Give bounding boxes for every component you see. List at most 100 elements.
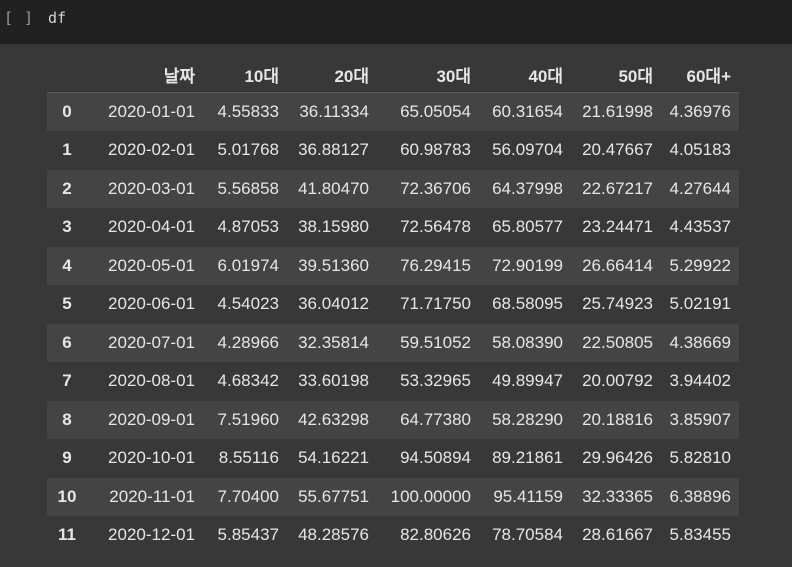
value-30s: 72.36706 xyxy=(400,178,471,198)
dataframe-table: 날짜 10대 20대 30대 40대 50대 60대+ 0 2020-01-01 4… xyxy=(47,56,739,555)
date-cell: 2020-11-01 xyxy=(109,486,195,506)
value-40s: 56.09704 xyxy=(492,140,563,160)
value-30s: 65.05054 xyxy=(400,102,471,121)
date-cell: 2020-01-01 xyxy=(108,102,195,121)
value-10s: 5.85437 xyxy=(217,525,279,545)
value-60s-plus: 3.85907 xyxy=(669,409,731,429)
value-10s: 8.55116 xyxy=(218,448,279,468)
value-50s: 20.18816 xyxy=(582,409,653,429)
value-40s: 78.70584 xyxy=(492,525,563,545)
date-cell: 2020-06-01 xyxy=(108,294,195,314)
value-30s: 60.98783 xyxy=(400,140,471,160)
value-20s: 42.63298 xyxy=(298,409,369,429)
column-header-50s: 50대 xyxy=(571,56,661,93)
value-10s: 4.87053 xyxy=(217,217,279,237)
value-20s: 36.04012 xyxy=(298,294,369,314)
row-index: 11 xyxy=(58,525,76,545)
value-20s: 48.28576 xyxy=(298,525,369,545)
value-30s: 76.29415 xyxy=(400,255,471,275)
value-20s: 32.35814 xyxy=(298,332,369,352)
value-60s-plus: 5.83455 xyxy=(669,525,731,545)
value-10s: 4.28966 xyxy=(217,332,279,352)
code-editor[interactable]: df xyxy=(48,9,66,27)
value-10s: 7.70400 xyxy=(217,486,279,506)
date-cell: 2020-07-01 xyxy=(108,332,195,352)
table-body: 0 2020-01-01 4.55833 36.11334 65.05054 60.316… xyxy=(47,92,739,555)
column-header-60s-plus: 60대+ xyxy=(661,56,739,93)
value-50s: 28.61667 xyxy=(582,525,653,545)
row-index: 9 xyxy=(62,448,72,468)
value-40s: 58.08390 xyxy=(492,332,563,352)
value-10s: 4.68342 xyxy=(217,371,279,391)
value-10s: 5.01768 xyxy=(217,140,279,160)
value-10s: 6.01974 xyxy=(217,255,279,275)
value-60s-plus: 4.36976 xyxy=(669,102,731,121)
row-index: 5 xyxy=(62,294,72,314)
table-row: 10 2020-11-01 7.70400 55.67751 100.00000 95.4… xyxy=(47,477,739,516)
table-row: 3 2020-04-01 4.87053 38.15980 72.56478 65.805… xyxy=(47,208,739,247)
value-40s: 58.28290 xyxy=(492,409,563,429)
value-40s: 89.21861 xyxy=(492,448,563,468)
value-50s: 21.61998 xyxy=(582,102,653,121)
row-index: 6 xyxy=(62,332,72,352)
value-50s: 26.66414 xyxy=(582,255,653,275)
value-20s: 36.88127 xyxy=(298,140,369,160)
date-cell: 2020-05-01 xyxy=(108,255,195,275)
row-index: 2 xyxy=(62,178,72,198)
value-40s: 60.31654 xyxy=(492,102,563,121)
value-30s: 72.56478 xyxy=(400,217,471,237)
value-20s: 38.15980 xyxy=(298,217,369,237)
value-60s-plus: 4.43537 xyxy=(669,217,731,237)
table-row: 5 2020-06-01 4.54023 36.04012 71.71750 68.580… xyxy=(47,285,739,324)
column-header-30s: 30대 xyxy=(377,56,479,93)
row-index: 1 xyxy=(62,140,72,160)
value-50s: 22.50805 xyxy=(582,332,653,352)
value-50s: 20.00792 xyxy=(582,371,653,391)
value-10s: 4.54023 xyxy=(217,294,279,314)
value-10s: 4.55833 xyxy=(217,102,279,121)
row-index: 10 xyxy=(57,486,77,506)
date-cell: 2020-03-01 xyxy=(108,178,195,198)
value-60s-plus: 6.38896 xyxy=(669,486,731,506)
value-50s: 29.96426 xyxy=(582,448,653,468)
date-cell: 2020-10-01 xyxy=(108,448,195,468)
value-30s: 94.50894 xyxy=(400,448,471,468)
value-20s: 36.11334 xyxy=(299,102,369,121)
value-50s: 22.67217 xyxy=(582,178,653,198)
value-20s: 33.60198 xyxy=(298,371,369,391)
value-30s: 100.00000 xyxy=(390,486,471,506)
table-row: 6 2020-07-01 4.28966 32.35814 59.51052 58.083… xyxy=(47,323,739,362)
column-header-date: 날짜 xyxy=(87,56,203,93)
value-40s: 72.90199 xyxy=(492,255,563,275)
row-index: 3 xyxy=(62,217,72,237)
value-30s: 64.77380 xyxy=(400,409,471,429)
table-row: 7 2020-08-01 4.68342 33.60198 53.32965 49.899… xyxy=(47,362,739,401)
column-header-40s: 40대 xyxy=(479,56,571,93)
table-row: 4 2020-05-01 6.01974 39.51360 76.29415 72.901… xyxy=(47,246,739,285)
notebook-cell-input[interactable]: [ ] df xyxy=(0,0,792,44)
value-50s: 32.33365 xyxy=(582,486,653,506)
value-30s: 59.51052 xyxy=(400,332,471,352)
value-40s: 65.80577 xyxy=(492,217,563,237)
date-cell: 2020-02-01 xyxy=(108,140,195,160)
run-cell-button[interactable]: [ ] xyxy=(4,9,34,27)
date-cell: 2020-12-01 xyxy=(108,525,195,545)
cell-output: 날짜 10대 20대 30대 40대 50대 60대+ 0 2020-01-01 4… xyxy=(47,56,739,555)
column-header-20s: 20대 xyxy=(287,56,377,93)
value-40s: 68.58095 xyxy=(492,294,563,314)
table-row: 8 2020-09-01 7.51960 42.63298 64.77380 58.282… xyxy=(47,400,739,439)
value-50s: 23.24471 xyxy=(582,217,653,237)
value-30s: 82.80626 xyxy=(400,525,471,545)
value-50s: 25.74923 xyxy=(582,294,653,314)
table-row: 11 2020-12-01 5.85437 48.28576 82.80626 78.70… xyxy=(47,516,739,555)
table-row: 2 2020-03-01 5.56858 41.80470 72.36706 64.379… xyxy=(47,169,739,208)
value-60s-plus: 5.29922 xyxy=(669,255,731,275)
column-header-index xyxy=(47,56,87,93)
table-row: 0 2020-01-01 4.55833 36.11334 65.05054 60.316… xyxy=(47,92,739,131)
row-index: 7 xyxy=(62,371,72,391)
value-20s: 55.67751 xyxy=(298,486,369,506)
row-index: 0 xyxy=(62,102,72,121)
value-40s: 95.41159 xyxy=(493,486,563,506)
date-cell: 2020-08-01 xyxy=(108,371,195,391)
value-60s-plus: 4.38669 xyxy=(669,332,731,352)
